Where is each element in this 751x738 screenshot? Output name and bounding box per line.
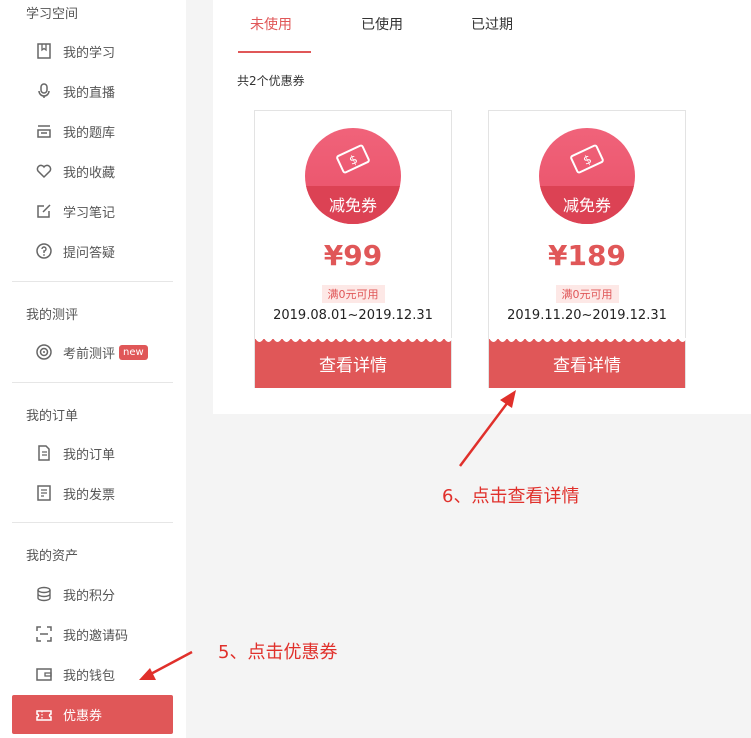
arrow-to-details (459, 390, 516, 467)
arrow-to-coupons (139, 650, 193, 680)
annotation-arrows (139, 390, 516, 680)
annotation-step5: 5、点击优惠券 (218, 642, 338, 663)
annotation-step6: 6、点击查看详情 (442, 486, 580, 507)
